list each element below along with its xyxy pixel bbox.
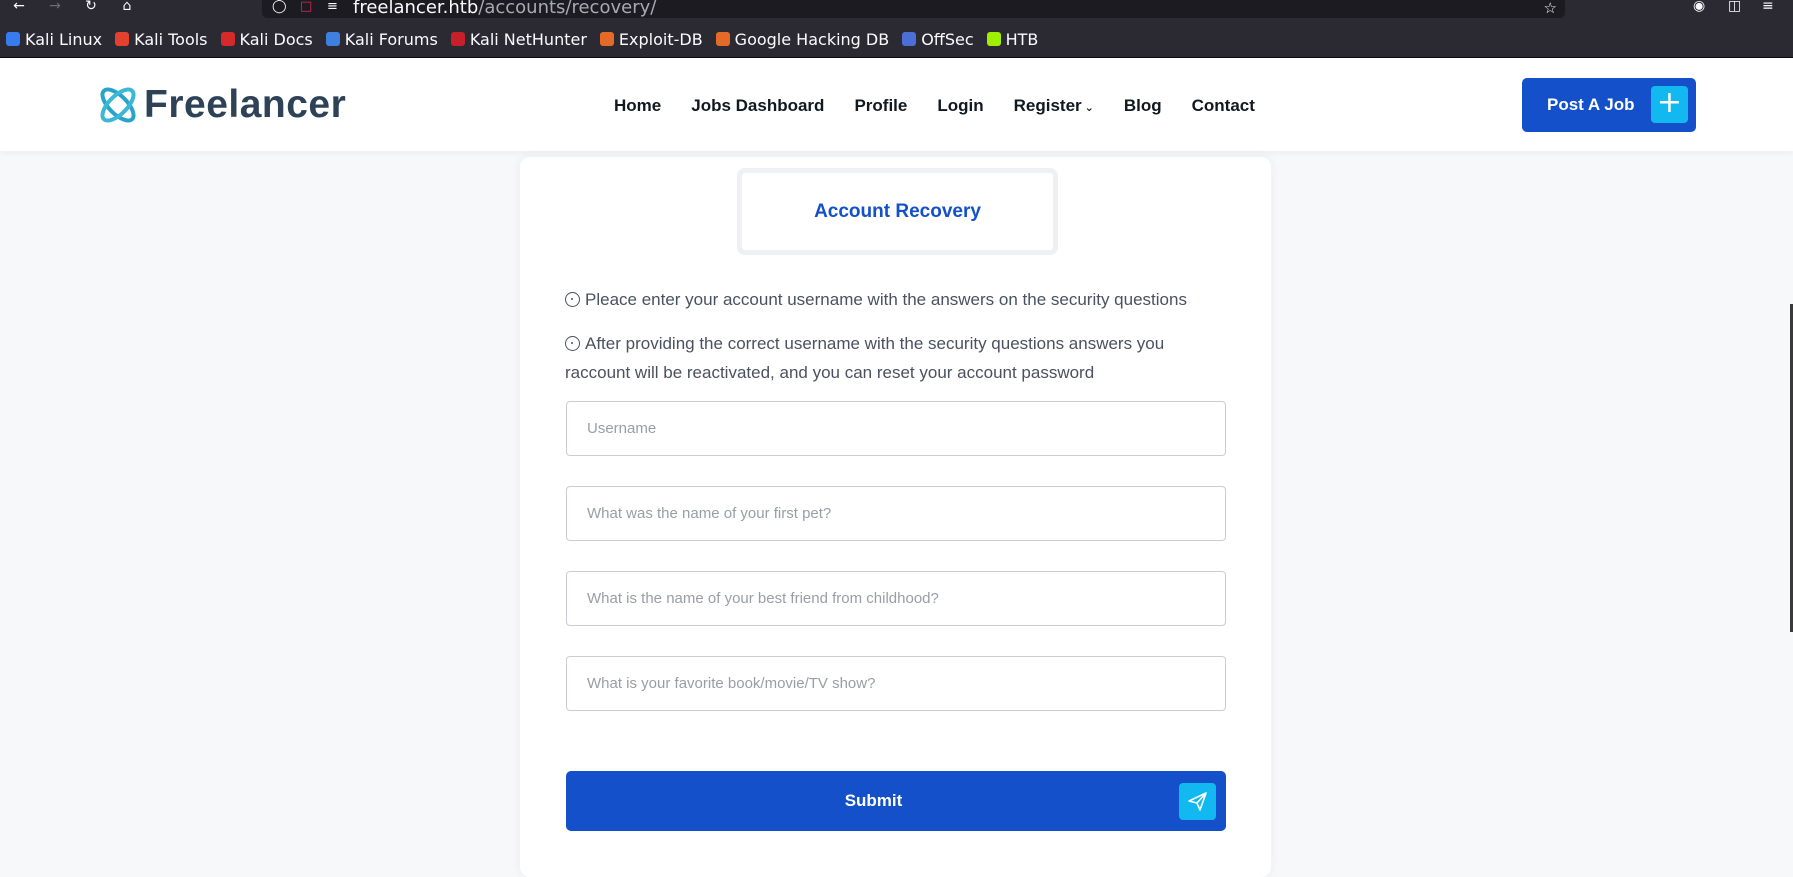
url-host: freelancer.htb bbox=[353, 0, 479, 18]
submit-label: Submit bbox=[844, 791, 903, 810]
url-path: /accounts/recovery/ bbox=[478, 0, 657, 18]
bookmark-kali-tools[interactable]: Kali Tools bbox=[115, 29, 208, 49]
kali-docs-icon bbox=[220, 32, 235, 46]
kali-forums-icon bbox=[325, 32, 340, 46]
url-text[interactable]: freelancer.htb/accounts/recovery/ bbox=[353, 0, 656, 18]
bookmark-htb[interactable]: HTB bbox=[986, 29, 1039, 49]
info-circle-icon bbox=[565, 336, 580, 351]
bookmark-label: Kali Forums bbox=[344, 29, 438, 49]
offsec-icon bbox=[902, 32, 917, 46]
bookmark-google-hacking-db[interactable]: Google Hacking DB bbox=[715, 29, 890, 49]
nav-contact[interactable]: Contact bbox=[1192, 96, 1255, 116]
security-answer-1-input[interactable] bbox=[566, 486, 1226, 541]
bookmark-label: Kali NetHunter bbox=[469, 29, 587, 49]
submit-button[interactable]: Submit bbox=[566, 771, 1226, 831]
bookmark-star-icon[interactable]: ☆ bbox=[1544, 0, 1557, 17]
bookmark-kali-nethunter[interactable]: Kali NetHunter bbox=[450, 29, 587, 49]
kali-tools-icon bbox=[115, 32, 130, 46]
post-a-job-button[interactable]: Post A Job + bbox=[1522, 78, 1696, 132]
recovery-card: Account Recovery Pleace enter your accou… bbox=[520, 157, 1271, 877]
bookmark-label: Exploit-DB bbox=[618, 29, 703, 49]
bookmark-kali-linux[interactable]: Kali Linux bbox=[6, 30, 102, 49]
info-circle-icon bbox=[565, 292, 580, 307]
info-line-2: After providing the correct username wit… bbox=[565, 329, 1205, 387]
plus-icon: + bbox=[1651, 86, 1688, 123]
site-logo[interactable]: Freelancer bbox=[94, 80, 346, 130]
security-answer-2-input[interactable] bbox=[566, 571, 1226, 626]
browser-toolbar: ← → ↻ ⌂ ◯ □ ≡ freelancer.htb/accounts/re… bbox=[0, 0, 1793, 21]
shield-icon[interactable]: ◯ bbox=[272, 0, 287, 13]
security-answer-3-input[interactable] bbox=[566, 656, 1226, 711]
google-hacking-db-icon bbox=[715, 32, 730, 46]
nav-profile[interactable]: Profile bbox=[854, 96, 907, 116]
info-line-1: Pleace enter your account username with … bbox=[565, 285, 1205, 314]
kali-linux-icon bbox=[6, 32, 20, 46]
bookmark-kali-forums[interactable]: Kali Forums bbox=[325, 29, 438, 49]
username-input[interactable] bbox=[566, 401, 1226, 456]
menu-icon[interactable]: ≡ bbox=[1762, 0, 1774, 16]
bookmark-label: Google Hacking DB bbox=[734, 29, 890, 49]
bookmark-label: Kali Linux bbox=[25, 29, 103, 49]
bookmark-label: Kali Docs bbox=[239, 29, 313, 49]
kali-nethunter-icon bbox=[450, 32, 465, 46]
nav-home[interactable]: Home bbox=[614, 96, 661, 116]
forward-icon[interactable]: → bbox=[44, 0, 66, 16]
nav-login[interactable]: Login bbox=[937, 96, 983, 116]
info-text-2: After providing the correct username wit… bbox=[565, 334, 1165, 382]
htb-icon bbox=[986, 32, 1001, 46]
nav-register-label: Register bbox=[1013, 96, 1082, 115]
permissions-icon[interactable]: ≡ bbox=[327, 0, 338, 13]
pocket-icon[interactable]: ◉ bbox=[1693, 0, 1705, 16]
nav-jobs-dashboard[interactable]: Jobs Dashboard bbox=[691, 96, 824, 116]
site-header: Freelancer Home Jobs Dashboard Profile L… bbox=[0, 58, 1793, 151]
insecure-lock-icon[interactable]: □ bbox=[300, 0, 312, 13]
logo-text: Freelancer bbox=[144, 83, 347, 126]
post-a-job-label: Post A Job bbox=[1547, 95, 1635, 114]
reload-icon[interactable]: ↻ bbox=[80, 0, 102, 16]
home-icon[interactable]: ⌂ bbox=[116, 0, 138, 16]
freelancer-logo-icon bbox=[100, 87, 136, 123]
bookmark-kali-docs[interactable]: Kali Docs bbox=[220, 29, 313, 49]
bookmarks-toolbar: Kali Linux Kali Tools Kali Docs Kali For… bbox=[0, 21, 1793, 58]
main-nav: Home Jobs Dashboard Profile Login Regist… bbox=[614, 96, 1285, 116]
account-recovery-tab[interactable]: Account Recovery bbox=[737, 168, 1058, 255]
bookmark-label: Kali Tools bbox=[134, 29, 208, 49]
chevron-down-icon: ⌄ bbox=[1084, 101, 1094, 114]
extensions-icon[interactable]: ◫ bbox=[1728, 0, 1741, 16]
bookmark-label: OffSec bbox=[921, 29, 974, 49]
bookmark-label: HTB bbox=[1005, 29, 1039, 49]
send-icon bbox=[1179, 783, 1216, 820]
url-bar[interactable]: ◯ □ ≡ freelancer.htb/accounts/recovery/ … bbox=[262, 0, 1565, 18]
back-icon[interactable]: ← bbox=[8, 0, 30, 16]
info-text-1: Pleace enter your account username with … bbox=[585, 290, 1187, 309]
bookmark-offsec[interactable]: OffSec bbox=[902, 29, 974, 49]
bookmark-exploit-db[interactable]: Exploit-DB bbox=[599, 29, 703, 49]
exploit-db-icon bbox=[599, 32, 614, 46]
nav-register[interactable]: Register ⌄ bbox=[1014, 96, 1094, 116]
nav-blog[interactable]: Blog bbox=[1124, 96, 1162, 116]
